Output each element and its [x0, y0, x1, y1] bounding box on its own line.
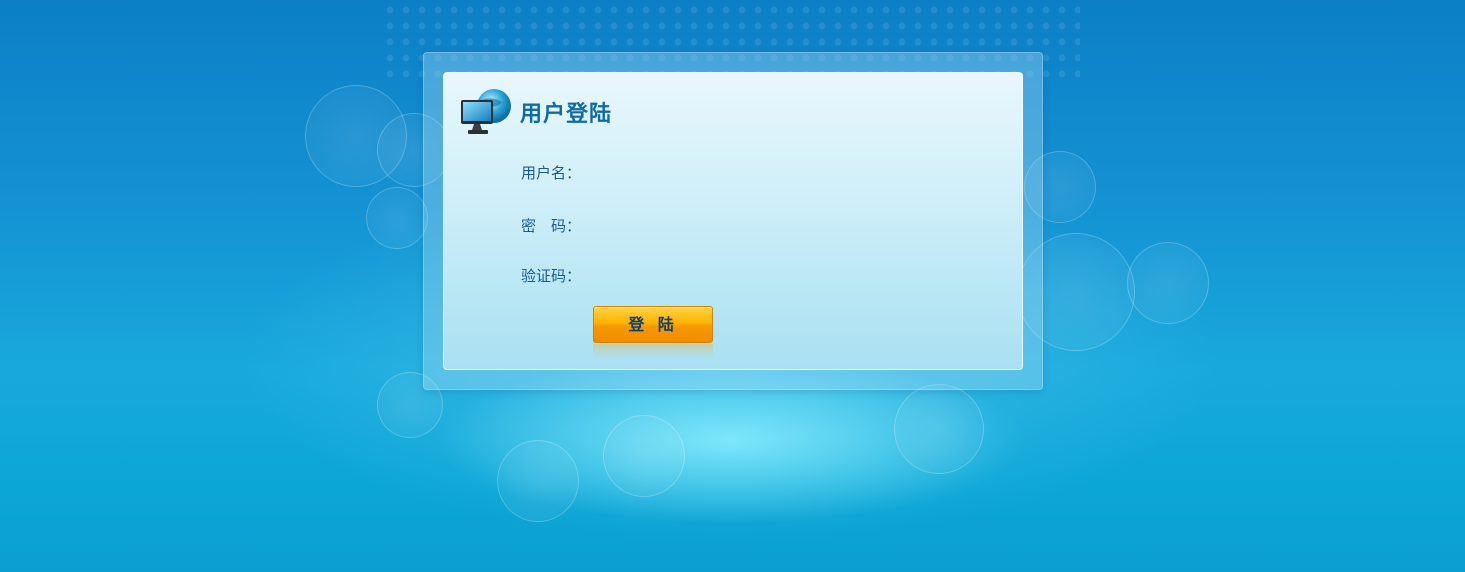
password-label: 密 码： — [521, 217, 582, 235]
background-bubble — [1127, 242, 1209, 324]
login-button-reflection — [593, 344, 713, 358]
computer-globe-icon — [461, 89, 511, 134]
captcha-label: 验证码： — [521, 267, 582, 285]
username-input[interactable] — [585, 159, 849, 185]
page-title: 用户登陆 — [520, 102, 613, 127]
background-bubble — [366, 187, 428, 249]
password-input[interactable] — [585, 212, 849, 238]
username-label: 用户名： — [521, 164, 582, 182]
login-button[interactable]: 登 陆 — [593, 306, 713, 343]
background-bubble — [603, 415, 685, 497]
background-bubble — [497, 440, 579, 522]
captcha-input[interactable] — [585, 262, 849, 288]
background-bubble — [894, 384, 984, 474]
